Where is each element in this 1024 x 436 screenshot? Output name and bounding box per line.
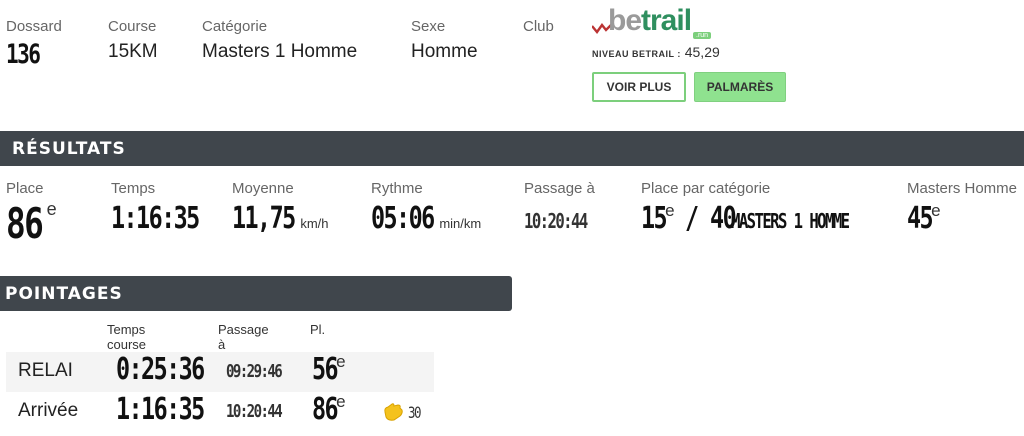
betrail-panel: betrail .run NIVEAU BETRAIL : 45,29 VOIR…: [592, 4, 792, 102]
pointage-time: 0:25:36: [116, 352, 205, 387]
logo-run-badge: .run: [693, 32, 712, 39]
categorie-value: Masters 1 Homme: [202, 41, 358, 62]
masters-block: Masters Homme 45e: [907, 180, 1017, 236]
dossard-block: Dossard 136: [6, 18, 62, 70]
col-temps-course: Temps course: [107, 322, 147, 352]
cheer-count: 30: [408, 402, 421, 422]
pointage-place: 86: [312, 392, 339, 427]
categorie-label: Catégorie: [202, 18, 268, 35]
masters-label: Masters Homme: [907, 180, 1018, 197]
pointage-place: 56: [312, 352, 339, 387]
sexe-label: Sexe: [411, 18, 446, 35]
club-label: Club: [523, 18, 554, 35]
pointage-name: Arrivée: [18, 400, 79, 421]
niveau-value: 45,29: [684, 44, 720, 60]
col-passage: Passage à: [218, 322, 269, 352]
logo-be: be: [608, 4, 642, 37]
pointage-name: RELAI: [18, 360, 73, 381]
dossard-label: Dossard: [6, 18, 62, 35]
cheer-button[interactable]: 30: [382, 402, 423, 422]
pointage-place-sup: e: [336, 392, 346, 411]
pointage-row: Arrivée 1:16:35 10:20:44 86e 30: [6, 392, 434, 432]
rythme-unit: min/km: [439, 216, 482, 231]
dossard-value: 136: [6, 39, 41, 70]
masters-value: 45: [907, 201, 934, 236]
categorie-total: / 40: [685, 201, 737, 236]
pointage-passage: 10:20:44: [226, 401, 283, 422]
palmares-button[interactable]: PALMARÈS: [694, 72, 786, 102]
betrail-logo[interactable]: betrail .run: [592, 4, 722, 42]
categorie-place-sup: e: [665, 201, 675, 220]
rythme-label: Rythme: [371, 180, 423, 197]
sexe-block: Sexe Homme: [411, 18, 478, 63]
moyenne-label: Moyenne: [232, 180, 294, 197]
moyenne-value: 11,75: [232, 201, 296, 236]
runner-info: Dossard 136 Course 15KM Catégorie Master…: [0, 18, 1024, 118]
pointage-place-sup: e: [336, 352, 346, 371]
voir-plus-button[interactable]: VOIR PLUS: [592, 72, 686, 102]
pointage-place-cell: 86e: [312, 392, 346, 427]
temps-block: Temps 1:16:35: [111, 180, 223, 236]
categorie-block: Catégorie Masters 1 Homme: [202, 18, 357, 63]
moyenne-block: Moyenne 11,75 km/h: [232, 180, 328, 236]
course-label: Course: [108, 18, 157, 35]
pointage-passage: 09:29:46: [226, 361, 283, 382]
passage-value: 10:20:44: [524, 209, 588, 233]
passage-block: Passage à 10:20:44: [524, 180, 604, 233]
betrail-buttons: VOIR PLUS PALMARÈS: [592, 72, 792, 102]
place-value: 86: [6, 199, 44, 248]
pointage-place-cell: 56e: [312, 352, 346, 387]
col-place: Pl.: [310, 322, 326, 337]
course-value: 15KM: [108, 41, 158, 62]
temps-value: 1:16:35: [111, 201, 200, 236]
passage-label: Passage à: [524, 180, 595, 197]
rythme-block: Rythme 05:06 min/km: [371, 180, 481, 236]
place-block: Place 86 e: [6, 180, 57, 248]
sexe-value: Homme: [411, 41, 478, 62]
masters-sup: e: [931, 201, 941, 220]
niveau-label: NIVEAU BETRAIL :: [592, 49, 681, 59]
pointage-row: RELAI 0:25:36 09:29:46 56e: [6, 352, 434, 392]
moyenne-unit: km/h: [300, 216, 329, 231]
logo-trail: trail: [641, 4, 692, 37]
results-header: RÉSULTATS: [0, 131, 1024, 166]
pointage-time: 1:16:35: [116, 392, 205, 427]
course-block: Course 15KM: [108, 18, 158, 63]
categorie-place-label: Place par catégorie: [641, 180, 771, 197]
pointages-header: POINTAGES: [0, 276, 512, 311]
categorie-place-value: 15: [641, 201, 668, 236]
place-sup: e: [46, 199, 57, 219]
temps-label: Temps: [111, 180, 156, 197]
rythme-value: 05:06: [371, 201, 435, 236]
club-block: Club: [523, 18, 554, 35]
place-label: Place: [6, 180, 44, 197]
categorie-place-block: Place par catégorie 15e / 40MASTERS 1 HO…: [641, 180, 882, 236]
betrail-logo-text: betrail: [608, 4, 692, 38]
niveau-betrail: NIVEAU BETRAIL : 45,29: [592, 44, 792, 60]
clap-hands-icon: [384, 403, 403, 421]
categorie-name: MASTERS 1 HOMME: [731, 209, 850, 233]
